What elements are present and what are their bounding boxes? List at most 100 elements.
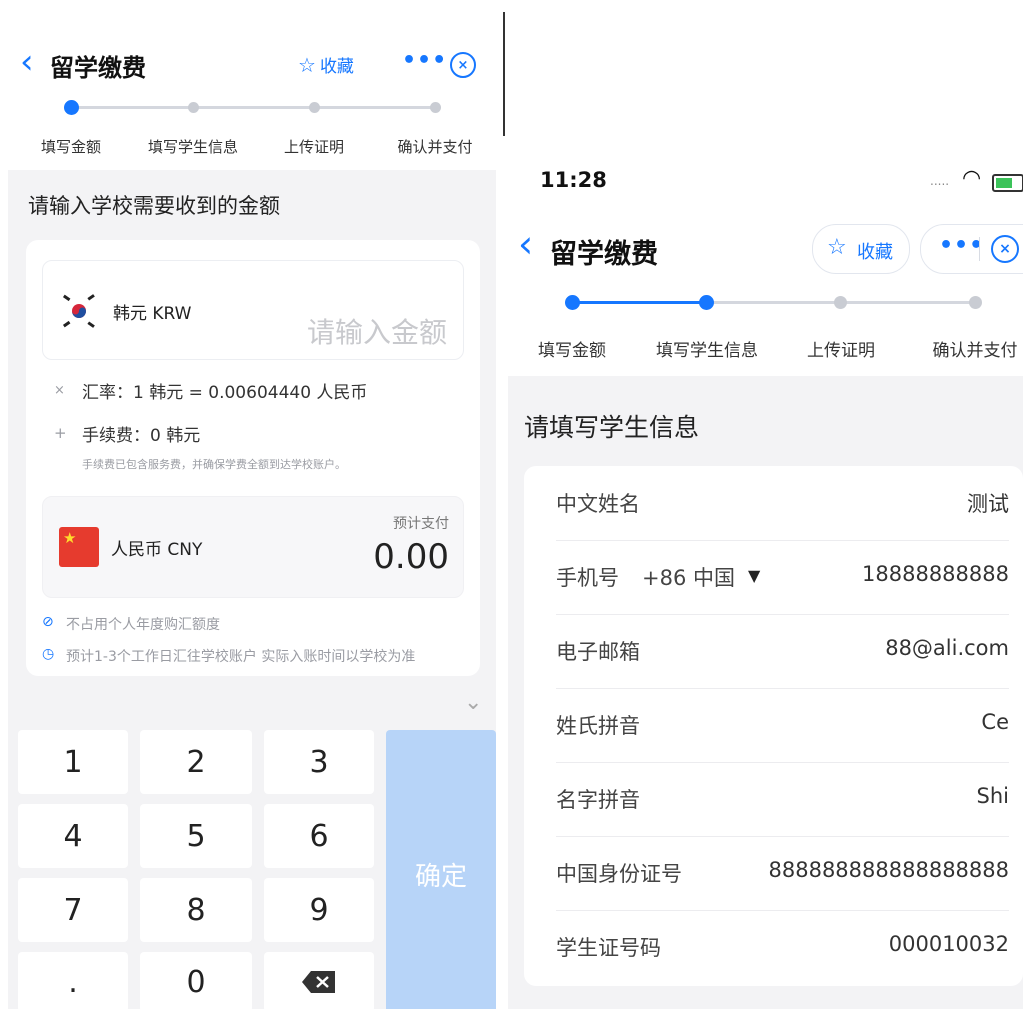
surname-pinyin-value[interactable]: Ce <box>981 710 1009 734</box>
backspace-key[interactable] <box>264 952 374 1009</box>
wifi-icon: ◠ <box>962 166 982 191</box>
target-currency-name: 人民币 CNY <box>111 540 203 560</box>
favorite-label: 收藏 <box>319 57 354 77</box>
step-dot-1 <box>565 295 580 310</box>
clock-icon: ◷ <box>42 646 55 662</box>
favorite-button[interactable]: ☆ 收藏 <box>812 224 910 274</box>
star-icon: ☆ <box>827 235 847 260</box>
estimate-label: 预计支付 <box>393 516 449 532</box>
step-dot-4 <box>430 102 441 113</box>
chinese-name-row[interactable]: 中文姓名 测试 <box>556 466 1009 541</box>
student-id-label: 学生证号码 <box>556 936 661 960</box>
country-code-select[interactable]: +86 中国 <box>642 562 735 592</box>
step-dot-4 <box>969 296 982 309</box>
key-6[interactable]: 6 <box>264 804 374 868</box>
capsule-menu: ••• × <box>920 224 1023 274</box>
step-label-1: 填写金额 <box>40 138 102 156</box>
key-4[interactable]: 4 <box>18 804 128 868</box>
key-3[interactable]: 3 <box>264 730 374 794</box>
step-label-4: 确认并支付 <box>397 138 473 156</box>
progress-steps: 填写金额 填写学生信息 上传证明 确认并支付 <box>8 98 496 170</box>
star-icon: ☆ <box>298 52 316 77</box>
step-dot-3 <box>309 102 320 113</box>
nav-bar: ‹ 留学缴费 ☆ 收藏 ••• × <box>8 10 496 102</box>
page-title: 留学缴费 <box>50 54 146 82</box>
divider <box>503 12 505 136</box>
exchange-rate: 汇率：1 韩元 = 0.00604440 人民币 <box>82 383 368 403</box>
source-amount-box[interactable]: 韩元 KRW 请输入金额 <box>42 260 464 360</box>
step-label-4: 确认并支付 <box>932 341 1018 361</box>
close-mini-program-icon[interactable]: × <box>991 235 1019 263</box>
id-number-row[interactable]: 中国身份证号 888888888888888888 <box>556 836 1009 911</box>
nav-bar: 11:28 ..... ◠ ‹ 留学缴费 ☆ 收藏 ••• × <box>508 150 1023 290</box>
more-icon[interactable]: ••• <box>402 48 447 73</box>
status-time: 11:28 <box>540 168 607 192</box>
step-label-2: 填写学生信息 <box>656 341 758 361</box>
section-title: 请填写学生信息 <box>524 413 700 442</box>
amount-card: 韩元 KRW 请输入金额 × 汇率：1 韩元 = 0.00604440 人民币 … <box>26 240 480 676</box>
email-value[interactable]: 88@ali.com <box>885 636 1009 660</box>
step-dot-3 <box>834 296 847 309</box>
step-track <box>71 106 435 109</box>
key-0[interactable]: 0 <box>140 952 252 1009</box>
close-mini-program-icon[interactable]: × <box>450 52 476 78</box>
step-label-1: 填写金额 <box>538 341 606 361</box>
china-flag-icon: ★ <box>59 527 99 567</box>
confirm-button[interactable]: 确定 <box>386 730 496 1009</box>
estimated-amount: 0.00 <box>373 537 449 577</box>
signal-icon: ..... <box>930 174 950 188</box>
given-name-pinyin-value[interactable]: Shi <box>977 784 1009 808</box>
email-row[interactable]: 电子邮箱 88@ali.com <box>556 614 1009 689</box>
caret-down-icon[interactable]: ▼ <box>748 566 760 585</box>
surname-pinyin-row[interactable]: 姓氏拼音 Ce <box>556 688 1009 763</box>
step-dot-2 <box>699 295 714 310</box>
id-number-value[interactable]: 888888888888888888 <box>769 858 1010 882</box>
step-label-2: 填写学生信息 <box>147 138 239 156</box>
phone-label: 手机号 <box>556 566 619 590</box>
step-label-3: 上传证明 <box>807 341 875 361</box>
step-track-done <box>572 301 707 304</box>
back-icon[interactable]: ‹ <box>518 222 533 266</box>
more-icon[interactable]: ••• <box>939 233 984 258</box>
phone-row: 手机号 +86 中国 ▼ 18888888888 <box>556 540 1009 615</box>
note-arrival-time: 预计1-3个工作日汇往学校账户 实际入账时间以学校为准 <box>66 649 416 665</box>
student-info-screen: 11:28 ..... ◠ ‹ 留学缴费 ☆ 收藏 ••• × 填写金额 填写学… <box>508 150 1023 1009</box>
fee-note: 手续费已包含服务费，并确保学费全额到达学校账户。 <box>82 458 346 471</box>
plus-icon: + <box>54 424 67 442</box>
key-8[interactable]: 8 <box>140 878 252 942</box>
step-dot-2 <box>188 102 199 113</box>
key-dot[interactable]: . <box>18 952 128 1009</box>
student-info-form: 中文姓名 测试 手机号 +86 中国 ▼ 18888888888 电子邮箱 88… <box>524 466 1023 986</box>
chinese-name-label: 中文姓名 <box>556 492 640 516</box>
multiply-icon: × <box>54 383 65 398</box>
key-5[interactable]: 5 <box>140 804 252 868</box>
note-quota: 不占用个人年度购汇额度 <box>66 617 220 633</box>
favorite-button[interactable]: ☆ 收藏 <box>298 52 354 78</box>
battery-icon <box>992 174 1023 192</box>
collapse-keyboard-icon[interactable]: ⌄ <box>464 690 482 715</box>
amount-input-placeholder[interactable]: 请输入金额 <box>307 311 447 351</box>
check-circle-icon: ⊘ <box>42 614 54 630</box>
source-currency-name: 韩元 KRW <box>113 304 192 324</box>
given-name-pinyin-row[interactable]: 名字拼音 Shi <box>556 762 1009 837</box>
student-id-value[interactable]: 000010032 <box>889 932 1009 956</box>
email-label: 电子邮箱 <box>556 640 640 664</box>
key-7[interactable]: 7 <box>18 878 128 942</box>
student-id-row[interactable]: 学生证号码 000010032 <box>556 910 1009 984</box>
amount-screen: ‹ 留学缴费 ☆ 收藏 ••• × 填写金额 填写学生信息 上传证明 确认并支付… <box>8 10 496 1009</box>
page-title: 留学缴费 <box>550 239 658 270</box>
backspace-icon <box>302 971 335 993</box>
id-number-label: 中国身份证号 <box>556 862 682 886</box>
back-icon[interactable]: ‹ <box>20 42 34 82</box>
chinese-name-value[interactable]: 测试 <box>967 488 1009 518</box>
section-title: 请输入学校需要收到的金额 <box>28 194 280 218</box>
step-label-3: 上传证明 <box>283 138 345 156</box>
key-1[interactable]: 1 <box>18 730 128 794</box>
key-9[interactable]: 9 <box>264 878 374 942</box>
phone-value[interactable]: 18888888888 <box>862 562 1009 586</box>
progress-steps: 填写金额 填写学生信息 上传证明 确认并支付 <box>508 290 1023 376</box>
step-dot-1 <box>64 100 79 115</box>
key-2[interactable]: 2 <box>140 730 252 794</box>
given-name-pinyin-label: 名字拼音 <box>556 788 640 812</box>
fee: 手续费：0 韩元 <box>82 426 201 446</box>
